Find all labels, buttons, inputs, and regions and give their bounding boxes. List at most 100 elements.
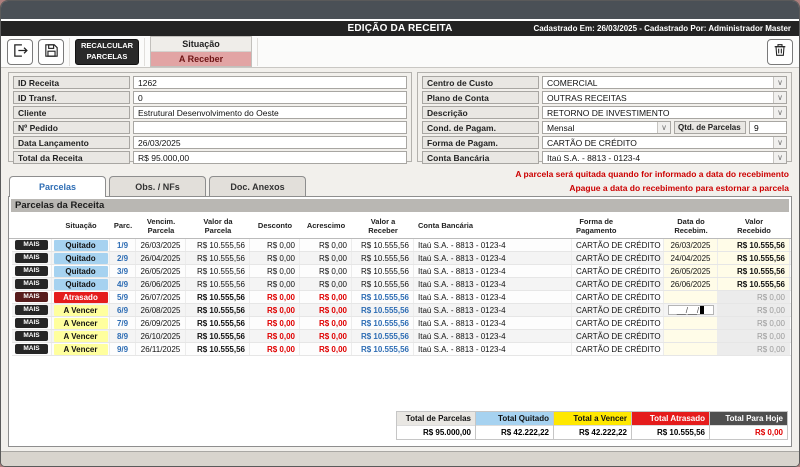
parc-cell: 9/9: [110, 343, 136, 355]
parc-number: 5/9: [117, 293, 128, 302]
plano-de-conta-value: OUTRAS RECEITAS: [547, 93, 773, 103]
data-recebimento-cell[interactable]: [664, 291, 718, 303]
parc-number: 3/9: [117, 267, 128, 276]
parcela-status-badge: A Vencer: [54, 318, 108, 329]
field-label-conta-bancaria: Conta Bancária: [422, 151, 539, 164]
valor-recebido-cell: R$ 0,00: [718, 291, 790, 303]
form-area: ID Receita1262ID Transf.0ClienteEstrutur…: [1, 68, 799, 166]
vencimento-cell: 26/04/2025: [136, 252, 186, 264]
conta-bancaria-cell: Itaú S.A. - 8813 - 0123-4: [414, 304, 572, 316]
num-pedido-field[interactable]: [133, 121, 407, 134]
descricao-select[interactable]: RETORNO DE INVESTIMENTO∨: [542, 106, 787, 119]
acrescimo-cell: R$ 0,00: [300, 265, 352, 277]
tab-content-wrap: Parcelas da Receita SituaçãoParc.Vencim.…: [1, 196, 799, 451]
tab-parcelas[interactable]: Parcelas: [9, 176, 106, 197]
save-button[interactable]: [38, 39, 64, 65]
conta-bancaria-cell: Itaú S.A. - 8813 - 0123-4: [414, 330, 572, 342]
mais-button[interactable]: MAIS: [15, 266, 48, 276]
situacao-label: Situação: [151, 37, 251, 52]
field-label-data-lancamento: Data Lançamento: [13, 136, 130, 149]
chevron-down-icon: ∨: [773, 77, 786, 88]
desconto-cell: R$ 0,00: [250, 330, 300, 342]
table-row: MAIS Quitado 2/9 26/04/2025 R$ 10.555,56 R$ 0…: [12, 252, 791, 265]
mais-button[interactable]: MAIS: [15, 305, 48, 315]
data-recebimento-cell[interactable]: [664, 343, 718, 355]
valor-recebido-cell: R$ 0,00: [718, 317, 790, 329]
mais-button[interactable]: MAIS: [15, 344, 48, 354]
valor-recebido-cell: R$ 0,00: [718, 304, 790, 316]
vencimento-cell: 26/07/2025: [136, 291, 186, 303]
field-label-id-transf: ID Transf.: [13, 91, 130, 104]
data-recebimento-cell[interactable]: [664, 317, 718, 329]
data-recebimento-input[interactable]: __/__/: [668, 305, 714, 315]
mais-button[interactable]: MAIS: [15, 240, 48, 250]
mais-button[interactable]: MAIS: [15, 253, 48, 263]
conta-bancaria-select[interactable]: Itaú S.A. - 8813 - 0123-4∨: [542, 151, 787, 164]
conta-bancaria-cell: Itaú S.A. - 8813 - 0123-4: [414, 343, 572, 355]
record-meta: Cadastrado Em: 26/03/2025 - Cadastrado P…: [533, 24, 799, 33]
field-label-id-receita: ID Receita: [13, 76, 130, 89]
data-recebimento-cell[interactable]: 26/03/2025: [664, 239, 718, 251]
valor-receber-cell: R$ 10.555,56: [352, 278, 414, 290]
form-row: Centro de CustoCOMERCIAL∨: [422, 76, 787, 89]
id-receita-field[interactable]: 1262: [133, 76, 407, 89]
forma-pagam-select[interactable]: CARTÃO DE CRÉDITO∨: [542, 136, 787, 149]
parc-cell: 7/9: [110, 317, 136, 329]
qtd-parcelas-field[interactable]: 9: [749, 121, 787, 134]
cond-pagam-select[interactable]: Mensal∨: [542, 121, 671, 134]
data-recebimento-cell[interactable]: __/__/: [664, 304, 718, 316]
valor-parcela-cell: R$ 10.555,56: [186, 278, 250, 290]
cliente-field[interactable]: Estrutural Desenvolvimento do Oeste: [133, 106, 407, 119]
table-row: MAISA Vencer9/926/11/2025R$ 10.555,56R$ …: [12, 343, 791, 356]
mais-button[interactable]: MAIS: [15, 279, 48, 289]
acrescimo-cell: R$ 0,00: [300, 252, 352, 264]
forma-pagamento-cell: CARTÃO DE CRÉDITO: [572, 239, 664, 251]
forma-pagam-value: CARTÃO DE CRÉDITO: [547, 138, 773, 148]
chevron-down-icon: ∨: [773, 107, 786, 118]
date-mask-text: __/__/: [677, 306, 699, 315]
parc-number: 2/9: [117, 254, 128, 263]
parcela-status-badge: Quitado: [54, 253, 108, 264]
chevron-down-icon: ∨: [657, 122, 670, 133]
toolbar: RECALCULAR PARCELAS Situação A Receber: [1, 36, 799, 68]
parc-cell: 6/9: [110, 304, 136, 316]
plano-de-conta-select[interactable]: OUTRAS RECEITAS∨: [542, 91, 787, 104]
total-label: Total Atrasado: [632, 412, 709, 425]
parc-number: 9/9: [117, 345, 128, 354]
form-left-group: ID Receita1262ID Transf.0ClienteEstrutur…: [8, 72, 412, 162]
data-recebimento-cell[interactable]: 24/04/2025: [664, 252, 718, 264]
conta-bancaria-cell: Itaú S.A. - 8813 - 0123-4: [414, 265, 572, 277]
desconto-cell: R$ 0,00: [250, 252, 300, 264]
field-label-plano-de-conta: Plano de Conta: [422, 91, 539, 104]
centro-de-custo-value: COMERCIAL: [547, 78, 773, 88]
exit-button[interactable]: [7, 39, 33, 65]
mais-button[interactable]: MAIS: [15, 292, 48, 302]
mais-button[interactable]: MAIS: [15, 331, 48, 341]
data-recebimento-cell[interactable]: [664, 330, 718, 342]
trash-icon: [772, 42, 788, 61]
recalcular-parcelas-button[interactable]: RECALCULAR PARCELAS: [75, 39, 139, 65]
chevron-down-icon: ∨: [773, 152, 786, 163]
total-receita-field[interactable]: R$ 95.000,00: [133, 151, 407, 164]
form-right-group: Centro de CustoCOMERCIAL∨Plano de ContaO…: [417, 72, 792, 162]
id-transf-field[interactable]: 0: [133, 91, 407, 104]
data-lancamento-field[interactable]: 26/03/2025: [133, 136, 407, 149]
parc-cell: 4/9: [110, 278, 136, 290]
form-row: ID Transf.0: [13, 91, 407, 104]
tab-doc-anexos[interactable]: Doc. Anexos: [209, 176, 306, 196]
vencimento-cell: 26/06/2025: [136, 278, 186, 290]
section-title: Parcelas da Receita: [11, 199, 789, 212]
notice-line-1: A parcela será quitada quando for inform…: [515, 168, 789, 182]
window-top-bar: [1, 1, 799, 19]
data-recebimento-cell[interactable]: 26/06/2025: [664, 278, 718, 290]
table-row: MAISQuitado3/926/05/2025R$ 10.555,56R$ 0…: [12, 265, 791, 278]
mais-button[interactable]: MAIS: [15, 318, 48, 328]
situacao-cell: A Vencer: [52, 343, 110, 355]
tab-obs-nfs[interactable]: Obs. / NFs: [109, 176, 206, 196]
valor-recebido-cell: R$ 10.555,56: [718, 252, 790, 264]
total-value: R$ 42.222,22: [554, 425, 631, 439]
centro-de-custo-select[interactable]: COMERCIAL∨: [542, 76, 787, 89]
column-header: Situação: [52, 214, 110, 238]
data-recebimento-cell[interactable]: 26/05/2025: [664, 265, 718, 277]
delete-button[interactable]: [767, 39, 793, 65]
